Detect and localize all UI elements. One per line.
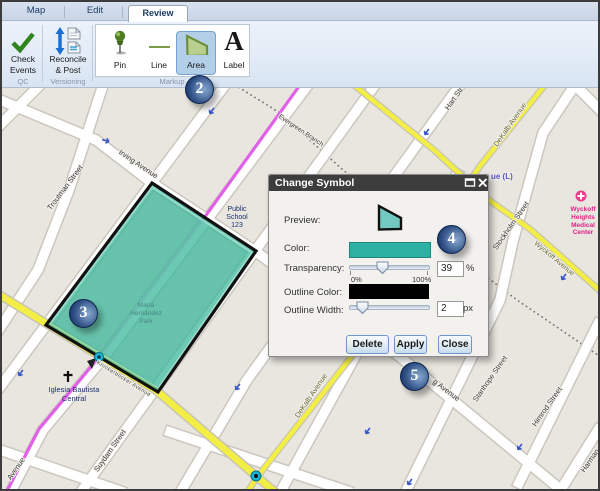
svg-text:Center: Center xyxy=(573,229,594,236)
svg-text:Public: Public xyxy=(227,206,247,213)
svg-text:Iglesia Bautista: Iglesia Bautista xyxy=(49,385,101,394)
svg-text:Maria: Maria xyxy=(138,302,155,309)
svg-text:Central: Central xyxy=(62,394,87,403)
svg-text:Heights: Heights xyxy=(571,214,595,221)
svg-text:Park: Park xyxy=(139,318,153,325)
svg-text:Medical: Medical xyxy=(571,222,595,229)
svg-text:School: School xyxy=(226,214,248,221)
svg-text:Hernandez: Hernandez xyxy=(130,310,162,317)
svg-text:ue (L): ue (L) xyxy=(491,172,513,181)
svg-text:Wyckoff: Wyckoff xyxy=(570,206,596,213)
svg-text:123: 123 xyxy=(231,222,243,229)
